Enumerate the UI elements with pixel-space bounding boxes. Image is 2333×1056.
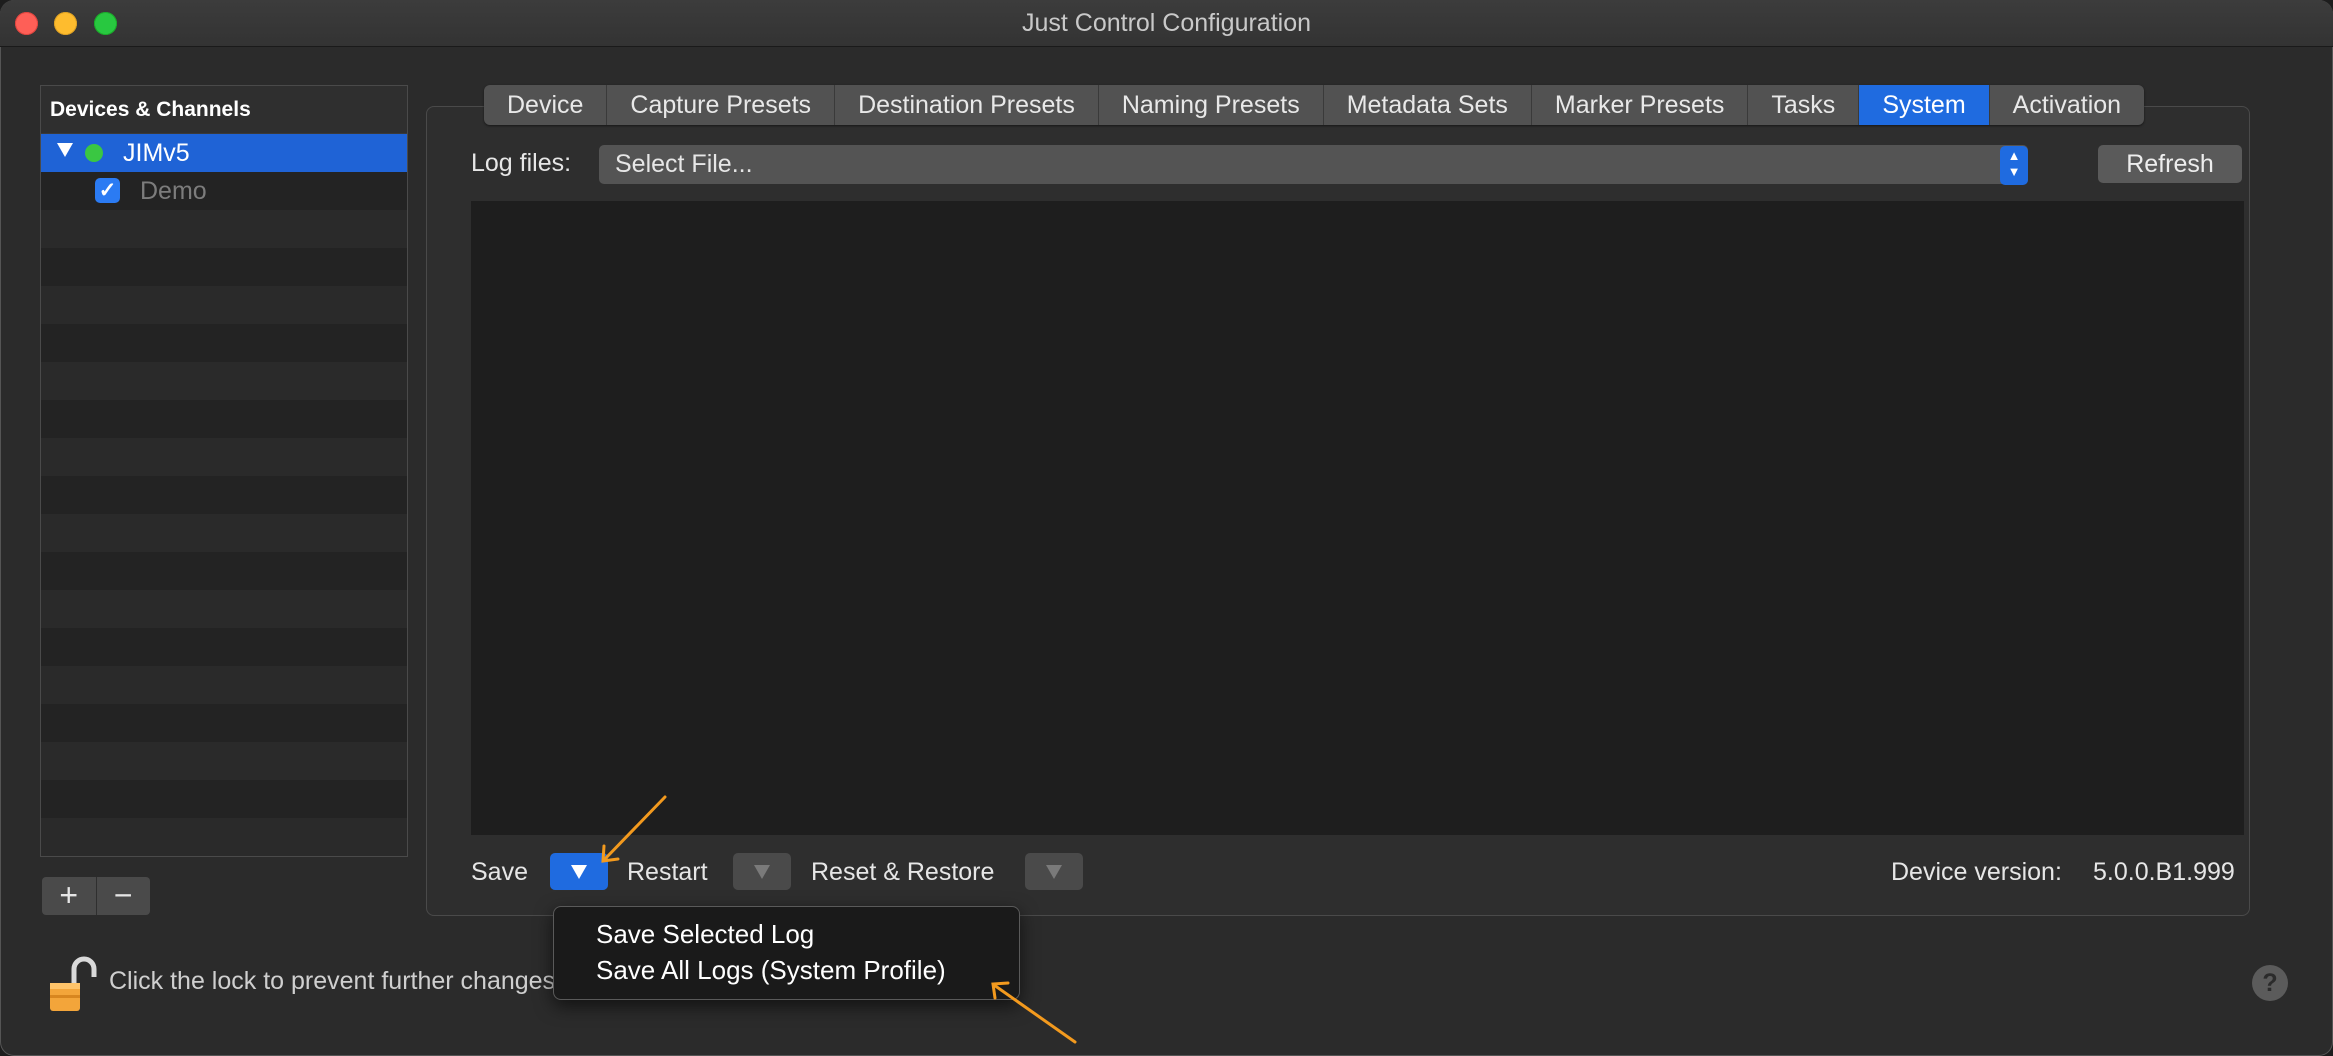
annotation-arrows [601,795,1077,1044]
annotation-arrow-save-all [992,983,1077,1044]
annotation-arrow-save [602,795,667,862]
app-window: Just Control Configuration Devices & Cha… [0,0,2333,1056]
